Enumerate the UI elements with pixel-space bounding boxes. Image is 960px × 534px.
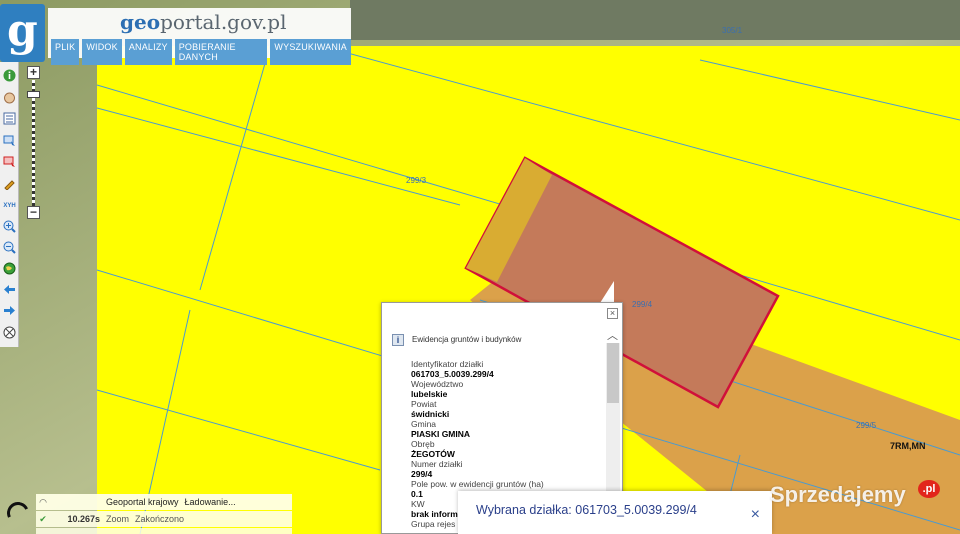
hand-icon[interactable] [2,91,17,106]
menu-analizy[interactable]: ANALIZY [124,39,172,65]
field-label: Województwo [411,379,464,389]
menu-plik[interactable]: PLIK [51,39,80,65]
parcel-label: 305/1 [722,26,743,35]
popup-pointer [600,281,614,303]
popup-close-icon[interactable]: × [607,308,618,319]
parcel-label: 299/4 [632,300,653,309]
arrow-left-icon[interactable] [2,283,17,298]
land-use-label: 7RM,MN [890,441,926,451]
status-row: ◠ Geoportal krajowy Ładowanie... [36,494,292,510]
status-result: Ładowanie... [184,497,236,507]
zoom-in-icon[interactable] [2,220,17,235]
zoom-out-icon[interactable] [2,241,17,256]
field-value: świdnicki [411,409,450,419]
check-icon: ✔ [39,514,47,524]
pencil-icon[interactable] [2,177,17,192]
field-label: Gmina [411,419,437,429]
logo-letter: g [7,5,38,56]
parcel-label: 299/3 [406,176,427,185]
field-label: Pole pow. w ewidencji gruntów (ha) [411,479,544,489]
field-value: 299/4 [411,469,433,479]
status-panel: ◠ Geoportal krajowy Ładowanie... ✔ 10.267s Z… [0,494,292,534]
info-icon[interactable] [2,69,17,84]
status-result: Zakończono [135,514,185,524]
status-time: 10.267s [67,514,100,524]
parcel-label: 299/5 [856,421,877,430]
main-menu: PLIK WIDOK ANALIZY POBIERANIE DANYCH WYS… [51,39,351,65]
field-label: Numer działki [411,459,463,469]
site-title: geoportal.gov.pl [120,10,287,34]
field-value: 061703_5.0039.299/4 [411,369,494,379]
site-title-rest: portal.gov.pl [160,10,287,34]
legend-icon[interactable] [2,112,17,127]
field-value: ŻEGOTÓW [411,449,455,459]
header: geoportal.gov.pl PLIK WIDOK ANALIZY POBI… [48,8,351,65]
field-label: Obręb [411,439,435,449]
satellite-strip [350,0,960,40]
site-title-geo: geo [120,10,161,34]
status-icon: ◠ [39,497,47,507]
geoportal-logo[interactable]: g [0,4,45,62]
selected-parcel-text: Wybrana działka: 061703_5.0039.299/4 [476,503,697,517]
status-row [36,528,292,534]
zoom-slider-thumb[interactable] [27,91,40,98]
chevron-up-icon[interactable]: ︿ [607,327,618,343]
selected-parcel-bar: Wybrana działka: 061703_5.0039.299/4 × [458,491,772,534]
info-icon: i [392,334,404,346]
watermark-badge: .pl [918,480,940,498]
zoom-in-button[interactable]: + [27,66,40,79]
select-area-icon[interactable] [2,155,17,170]
close-icon[interactable]: × [751,507,760,523]
field-label: Identyfikator działki [411,359,484,369]
arrow-right-icon[interactable] [2,304,17,319]
zoom-out-button[interactable]: − [27,206,40,219]
select-icon[interactable] [2,134,17,149]
status-row: ✔ 10.267s Zoom Zakończono [36,511,292,527]
loading-spinner-icon [3,498,33,528]
menu-pobieranie-danych[interactable]: POBIERANIE DANYCH [174,39,268,65]
menu-widok[interactable]: WIDOK [82,39,122,65]
compass-icon[interactable] [2,326,17,341]
field-label: Powiat [411,399,437,409]
globe-icon[interactable] [2,262,17,277]
xyz-icon[interactable]: XYH [2,199,17,214]
field-value: lubelskie [411,389,448,399]
popup-header: Ewidencja gruntów i budynków [412,335,522,344]
left-toolbar: XYH [0,62,19,347]
popup-scrollbar-thumb[interactable] [607,343,619,403]
status-action: Geoportal krajowy [106,497,179,507]
zoom-slider-track[interactable] [32,80,35,206]
status-action: Zoom [106,514,130,524]
menu-wyszukiwania[interactable]: WYSZUKIWANIA [270,39,351,65]
field-value: PIASKI GMINA [411,429,471,439]
watermark-text: Sprzedajemy [770,482,906,507]
